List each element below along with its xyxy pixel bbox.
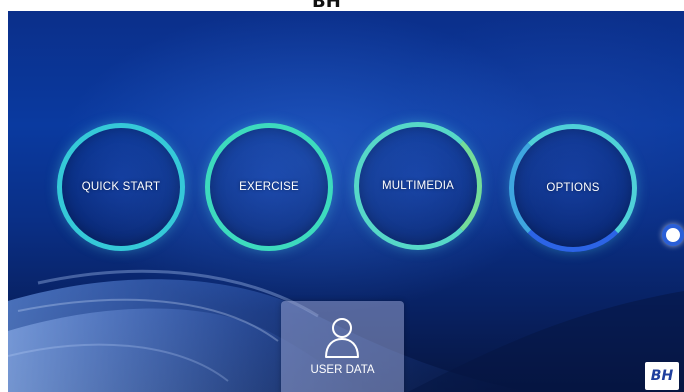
- console-screen: QUICK START EXERCISE MULTIMEDIA OPTIONS …: [8, 11, 684, 392]
- bh-logo: BH: [645, 362, 679, 390]
- user-data-label: USER DATA: [310, 364, 375, 376]
- user-icon: [325, 318, 359, 358]
- options-button[interactable]: OPTIONS: [509, 124, 637, 252]
- page-indicator-dot[interactable]: [662, 224, 684, 246]
- quick-start-button[interactable]: QUICK START: [57, 123, 185, 251]
- bh-logo-text: BH: [650, 368, 674, 384]
- options-label: OPTIONS: [546, 182, 600, 194]
- exercise-button[interactable]: EXERCISE: [205, 123, 333, 251]
- exercise-label: EXERCISE: [239, 181, 299, 193]
- user-data-button[interactable]: USER DATA: [281, 301, 404, 392]
- quick-start-label: QUICK START: [81, 181, 161, 193]
- multimedia-label: MULTIMEDIA: [381, 180, 455, 192]
- multimedia-button[interactable]: MULTIMEDIA: [354, 122, 482, 250]
